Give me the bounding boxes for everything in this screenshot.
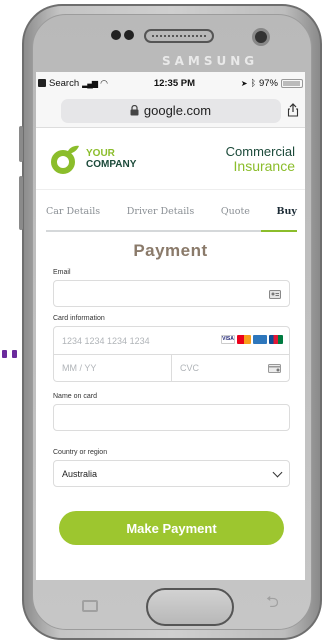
wifi-icon: ◠ [100, 77, 108, 88]
back-icon[interactable]: ⮌ [266, 595, 284, 611]
side-button [19, 176, 23, 230]
visa-icon: VISA [221, 335, 235, 344]
country-label: Country or region [53, 449, 108, 456]
home-button[interactable] [146, 588, 234, 626]
product-line-2: Insurance [233, 157, 295, 174]
tab-active-indicator [261, 230, 297, 232]
recent-apps-icon[interactable] [82, 600, 98, 612]
back-app-label[interactable]: Search [49, 78, 79, 89]
email-field[interactable] [53, 280, 290, 307]
expiry-placeholder: MM / YY [62, 363, 97, 373]
chevron-down-icon [272, 467, 283, 477]
company-name: YOUR COMPANY [86, 148, 136, 170]
card-info-label: Card information [53, 315, 105, 322]
back-to-app-icon[interactable] [38, 79, 46, 87]
volume-button [19, 126, 23, 162]
status-right: ➤ ᛒ 97% [241, 78, 303, 89]
name-on-card-label: Name on card [53, 393, 97, 400]
logo-mark-icon [51, 145, 79, 174]
card-info-group: 1234 1234 1234 1234 VISA MM / YY CVC [53, 326, 290, 382]
product-name: Commercial Insurance [226, 144, 295, 174]
make-payment-button[interactable]: Make Payment [59, 511, 284, 545]
phone-screen: Search ▂▄▆ ◠ 12:35 PM ➤ ᛒ 97% google.com [36, 72, 305, 580]
battery-percent: 97% [258, 77, 278, 89]
phone-nav-bar: ⮌ [22, 580, 322, 640]
country-select[interactable]: Australia [53, 460, 290, 487]
signal-icon: ▂▄▆ [82, 78, 98, 88]
name-on-card-field[interactable] [53, 404, 290, 431]
amex-icon [253, 335, 267, 344]
stage: SAMSUNG Search ▂▄▆ ◠ 12:35 PM ➤ ᛒ 97% go… [0, 0, 325, 642]
company-line-2: COMPANY [86, 158, 137, 170]
device-brand: SAMSUNG [162, 54, 259, 68]
card-number-field[interactable]: 1234 1234 1234 1234 VISA [54, 327, 289, 354]
cvc-placeholder: CVC [180, 363, 200, 373]
url-field[interactable]: google.com [60, 98, 281, 123]
status-time: 12:35 PM [153, 77, 195, 89]
product-line-1: Commercial [225, 143, 295, 159]
front-camera [252, 28, 270, 46]
company-line-1: YOUR [86, 147, 115, 159]
card-brand-icons: VISA [221, 335, 283, 344]
card-back-icon [268, 363, 281, 373]
location-icon: ➤ [240, 78, 248, 88]
lock-icon [130, 105, 139, 116]
expiry-field[interactable]: MM / YY [54, 355, 171, 382]
jcb-icon [269, 335, 283, 344]
bluetooth-icon: ᛒ [250, 78, 256, 88]
site-header: YOUR COMPANY Commercial Insurance [36, 128, 305, 190]
earpiece-speaker [144, 29, 214, 43]
card-number-placeholder: 1234 1234 1234 1234 [62, 335, 150, 346]
url-text: google.com [143, 103, 212, 118]
email-label: Email [53, 269, 71, 276]
progress-tabs: Car Details Driver Details Quote Buy [36, 190, 305, 235]
company-logo[interactable]: YOUR COMPANY [50, 144, 136, 174]
mastercard-icon [237, 335, 251, 344]
browser-url-bar: google.com [36, 94, 305, 128]
share-icon[interactable] [287, 103, 299, 117]
contact-card-icon [269, 290, 281, 299]
card-expiry-cvc-row: MM / YY CVC [54, 354, 289, 382]
page-title: Payment [133, 241, 208, 260]
tab-progress-line [46, 230, 297, 232]
battery-icon [280, 78, 303, 88]
cvc-field[interactable]: CVC [171, 354, 289, 382]
status-bar: Search ▂▄▆ ◠ 12:35 PM ➤ ᛒ 97% [36, 72, 305, 94]
payment-form: Email Card information 1234 1234 1234 12… [36, 269, 305, 545]
country-value: Australia [62, 468, 98, 479]
status-left: Search ▂▄▆ ◠ [38, 78, 108, 89]
